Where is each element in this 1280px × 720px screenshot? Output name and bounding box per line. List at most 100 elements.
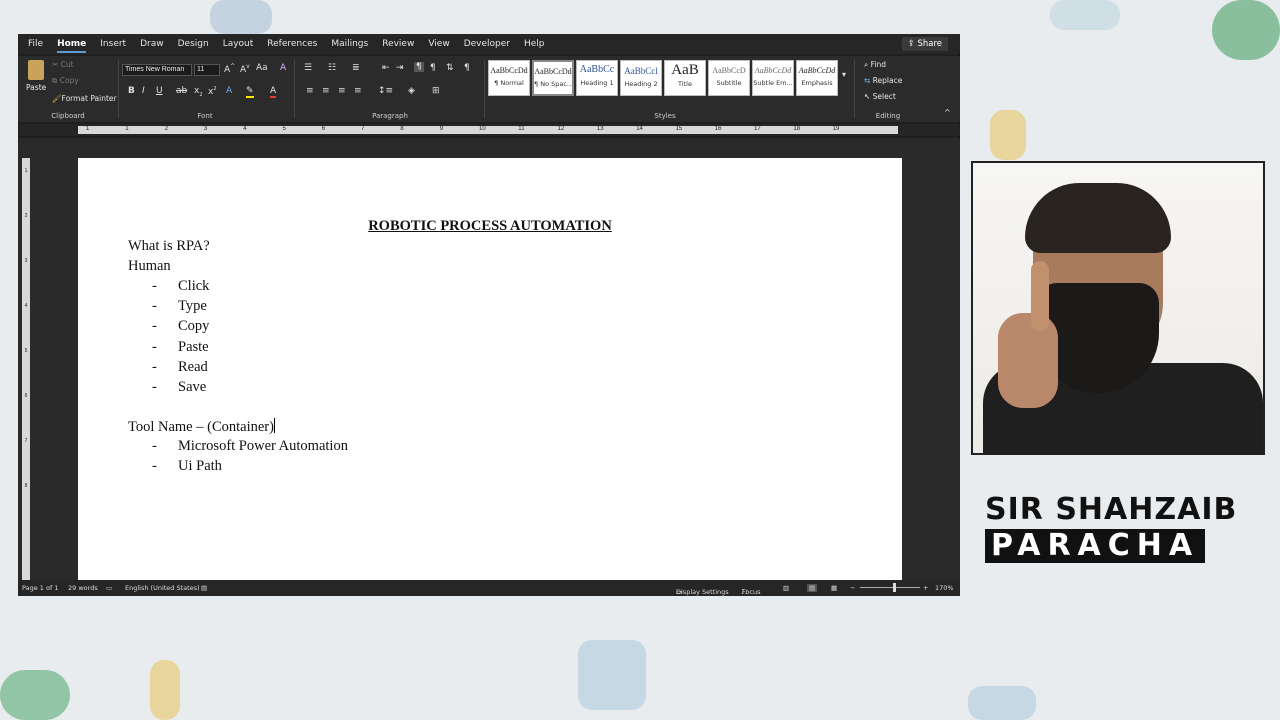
tab-insert[interactable]: Insert xyxy=(93,34,133,54)
text-effects-icon[interactable]: A xyxy=(226,86,232,96)
style-emphasis[interactable]: AaBbCcDd Emphasis xyxy=(796,60,838,96)
align-center-icon[interactable]: ≡ xyxy=(322,86,330,96)
shading-icon[interactable]: ◈ xyxy=(408,86,415,96)
list-item: Ui Path xyxy=(178,458,222,475)
align-left-icon[interactable]: ≡ xyxy=(306,86,314,96)
cut-button[interactable]: ✂ Cut xyxy=(52,60,74,69)
accessibility-icon[interactable]: ▤ xyxy=(201,584,207,592)
ruler-tick: 7 xyxy=(361,126,365,132)
presenter-branding: SIR SHAHZAIB PARACHA xyxy=(985,493,1237,563)
styles-more-icon[interactable]: ▾ xyxy=(842,70,846,79)
find-button[interactable]: ⌕ Find xyxy=(864,60,886,70)
grow-font-icon[interactable]: A^ xyxy=(224,63,235,75)
strikethrough-icon[interactable]: ab xyxy=(176,86,187,96)
ltr-icon[interactable]: ¶ xyxy=(414,62,424,72)
copy-button[interactable]: ⧉ Copy xyxy=(52,76,79,86)
highlight-icon[interactable]: ✎ xyxy=(246,86,254,98)
underline-icon[interactable]: U xyxy=(156,86,163,96)
bullet-dash: - xyxy=(152,438,157,454)
list-item: Type xyxy=(178,298,207,315)
subscript-icon[interactable]: x2 xyxy=(194,86,203,98)
page-count[interactable]: Page 1 of 1 xyxy=(22,584,58,592)
document-title: ROBOTIC PROCESS AUTOMATION xyxy=(368,218,612,234)
borders-icon[interactable]: ⊞ xyxy=(432,86,440,96)
superscript-icon[interactable]: x2 xyxy=(208,86,217,97)
tab-file[interactable]: File xyxy=(18,34,50,54)
align-right-icon[interactable]: ≡ xyxy=(338,86,346,96)
font-color-icon[interactable]: A xyxy=(270,86,277,98)
tab-developer[interactable]: Developer xyxy=(457,34,517,54)
zoom-slider-thumb[interactable] xyxy=(893,583,896,592)
tab-draw[interactable]: Draw xyxy=(133,34,171,54)
style-no-spacing[interactable]: AaBbCcDd ¶ No Spac... xyxy=(532,60,574,96)
justify-icon[interactable]: ≡ xyxy=(354,86,362,96)
tab-mailings[interactable]: Mailings xyxy=(324,34,375,54)
style-preview: AaBbCcDd xyxy=(534,67,572,76)
shrink-font-icon[interactable]: Av xyxy=(240,63,250,75)
tab-home[interactable]: Home xyxy=(50,34,93,54)
read-mode-icon[interactable]: ▥ xyxy=(783,584,789,592)
tab-help[interactable]: Help xyxy=(517,34,552,54)
ruler-tick: 8 xyxy=(400,126,404,132)
vertical-ruler[interactable]: 1 2 3 4 5 6 7 8 xyxy=(22,158,30,580)
bullet-dash: - xyxy=(152,379,157,395)
zoom-level[interactable]: 170% xyxy=(935,584,954,592)
vertical-ruler-tick: 8 xyxy=(24,483,28,489)
collapse-ribbon-icon[interactable]: ^ xyxy=(944,108,951,117)
presenter-hand xyxy=(998,313,1058,408)
replace-button[interactable]: ⇆ Replace xyxy=(864,76,902,85)
clear-formatting-icon[interactable]: A xyxy=(280,63,286,73)
document-page[interactable]: ROBOTIC PROCESS AUTOMATION What is RPA? … xyxy=(78,158,902,580)
tab-layout[interactable]: Layout xyxy=(216,34,261,54)
style-subtle-emphasis[interactable]: AaBbCcDd Subtle Em... xyxy=(752,60,794,96)
increase-indent-icon[interactable]: ⇥ xyxy=(396,63,404,73)
change-case-icon[interactable]: Aa xyxy=(256,63,268,73)
paste-icon[interactable] xyxy=(28,60,44,80)
horizontal-ruler[interactable]: 1 1 2 3 4 5 6 7 8 9 10 11 12 13 14 15 16 17 18 19 xyxy=(18,124,960,136)
bold-icon[interactable]: B xyxy=(128,86,135,96)
zoom-slider[interactable] xyxy=(860,587,920,588)
multilevel-list-icon[interactable]: ≣ xyxy=(352,63,360,73)
font-size-select[interactable]: 11 xyxy=(194,64,220,76)
style-heading-2[interactable]: AaBbCcl Heading 2 xyxy=(620,60,662,96)
background-logo xyxy=(1050,0,1120,30)
sort-icon[interactable]: ⇅ xyxy=(446,63,454,73)
tab-design[interactable]: Design xyxy=(171,34,216,54)
zoom-in-icon[interactable]: + xyxy=(923,584,928,592)
rtl-icon[interactable]: ¶ xyxy=(430,63,436,73)
human-heading: Human xyxy=(128,258,171,274)
tab-review[interactable]: Review xyxy=(375,34,421,54)
style-heading-1[interactable]: AaBbCc Heading 1 xyxy=(576,60,618,96)
print-layout-icon[interactable]: ▤ xyxy=(807,584,818,592)
background-logo xyxy=(990,110,1026,160)
style-subtitle[interactable]: AaBbCcD Subtitle xyxy=(708,60,750,96)
font-name-select[interactable]: Times New Roman xyxy=(122,64,192,76)
decrease-indent-icon[interactable]: ⇤ xyxy=(382,63,390,73)
tab-view[interactable]: View xyxy=(421,34,456,54)
numbering-icon[interactable]: ☷ xyxy=(328,63,336,73)
ruler-track: 1 1 2 3 4 5 6 7 8 9 10 11 12 13 14 15 16 17 18 19 xyxy=(78,126,898,134)
ruler-tick: 16 xyxy=(714,126,722,132)
paragraph-group: ☰ ☷ ≣ ⇤ ⇥ ¶ ¶ ⇅ ¶ ≡ ≡ ≡ ≡ ↕≡ ◈ ⊞ Paragra… xyxy=(298,56,482,122)
style-normal[interactable]: AaBbCcDd ¶ Normal xyxy=(488,60,530,96)
style-preview: AaBbCcDd xyxy=(754,66,792,75)
web-layout-icon[interactable]: ▦ xyxy=(831,584,837,592)
show-formatting-icon[interactable]: ¶ xyxy=(464,63,470,73)
tab-references[interactable]: References xyxy=(260,34,324,54)
style-name: Heading 1 xyxy=(580,79,614,87)
style-title[interactable]: AaB Title xyxy=(664,60,706,96)
language-status[interactable]: English (United States) xyxy=(125,584,200,592)
paste-button[interactable]: Paste xyxy=(26,83,46,92)
select-button[interactable]: ↖ Select xyxy=(864,92,896,101)
italic-icon[interactable]: I xyxy=(142,86,145,96)
line-spacing-icon[interactable]: ↕≡ xyxy=(378,86,393,96)
bullets-icon[interactable]: ☰ xyxy=(304,63,312,73)
share-button[interactable]: ⇪ Share xyxy=(901,37,948,51)
paragraph-label: Paragraph xyxy=(372,112,408,120)
word-count[interactable]: 29 words xyxy=(68,584,98,592)
divider xyxy=(484,60,485,118)
proofing-icon[interactable]: ▭ xyxy=(106,584,112,592)
share-icon: ⇪ xyxy=(907,39,918,49)
format-painter-button[interactable]: 🖌Format Painter xyxy=(52,94,117,103)
zoom-out-icon[interactable]: − xyxy=(850,584,855,592)
